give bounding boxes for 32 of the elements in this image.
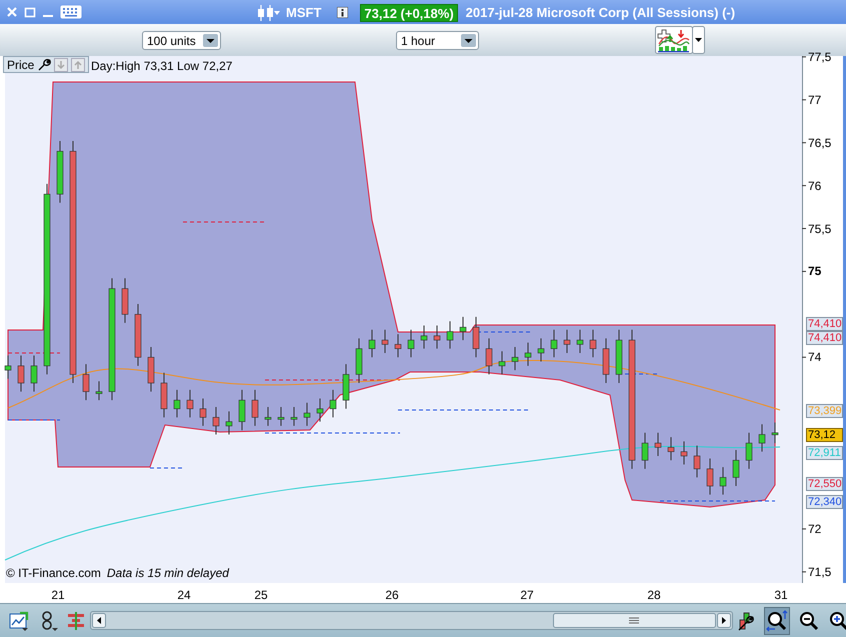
- quote-badge: 73,12 (+0,18%): [360, 4, 458, 22]
- price-tag: 73,399: [806, 404, 843, 418]
- date-label: 31: [774, 587, 788, 604]
- interval-dropdown[interactable]: 1 hour: [396, 31, 479, 50]
- axis-label: 77: [808, 92, 822, 107]
- price-tag: 74,410: [806, 317, 843, 332]
- date-label: 21: [51, 587, 65, 604]
- date-label: 26: [385, 587, 399, 604]
- price-tag: 73,12: [806, 428, 843, 442]
- date-label: 25: [254, 587, 268, 604]
- panel-label: Price: [7, 56, 34, 74]
- price-tag: 72,340: [806, 494, 843, 509]
- date-label: 24: [177, 587, 191, 604]
- date-label: 28: [647, 587, 661, 604]
- axis-label: 77,5: [808, 50, 832, 64]
- axis-label: 71,5: [808, 564, 832, 579]
- day-range-text: Day:High 73,31 Low 72,27: [91, 58, 232, 75]
- window-title: 2017-jul-28 Microsoft Corp (All Sessions) (-): [466, 4, 736, 22]
- copyright-text: © IT-Finance.com: [6, 566, 101, 581]
- axis-label: 72: [808, 522, 822, 536]
- price-tag: 72,550: [806, 476, 843, 491]
- date-label: 27: [520, 587, 534, 604]
- symbol-label: MSFT: [286, 4, 322, 22]
- axis-label: 76,5: [808, 136, 832, 150]
- axis-label: 75: [808, 264, 822, 278]
- axis-label: 76: [808, 178, 822, 193]
- delay-note: Data is 15 min delayed: [106, 566, 229, 581]
- axis-label: 74: [808, 350, 822, 364]
- quantity-dropdown[interactable]: 100 units: [142, 31, 221, 50]
- price-tag: 74,410: [806, 331, 843, 346]
- price-tag: 72,911: [806, 446, 843, 460]
- axis-label: 75,5: [808, 222, 832, 236]
